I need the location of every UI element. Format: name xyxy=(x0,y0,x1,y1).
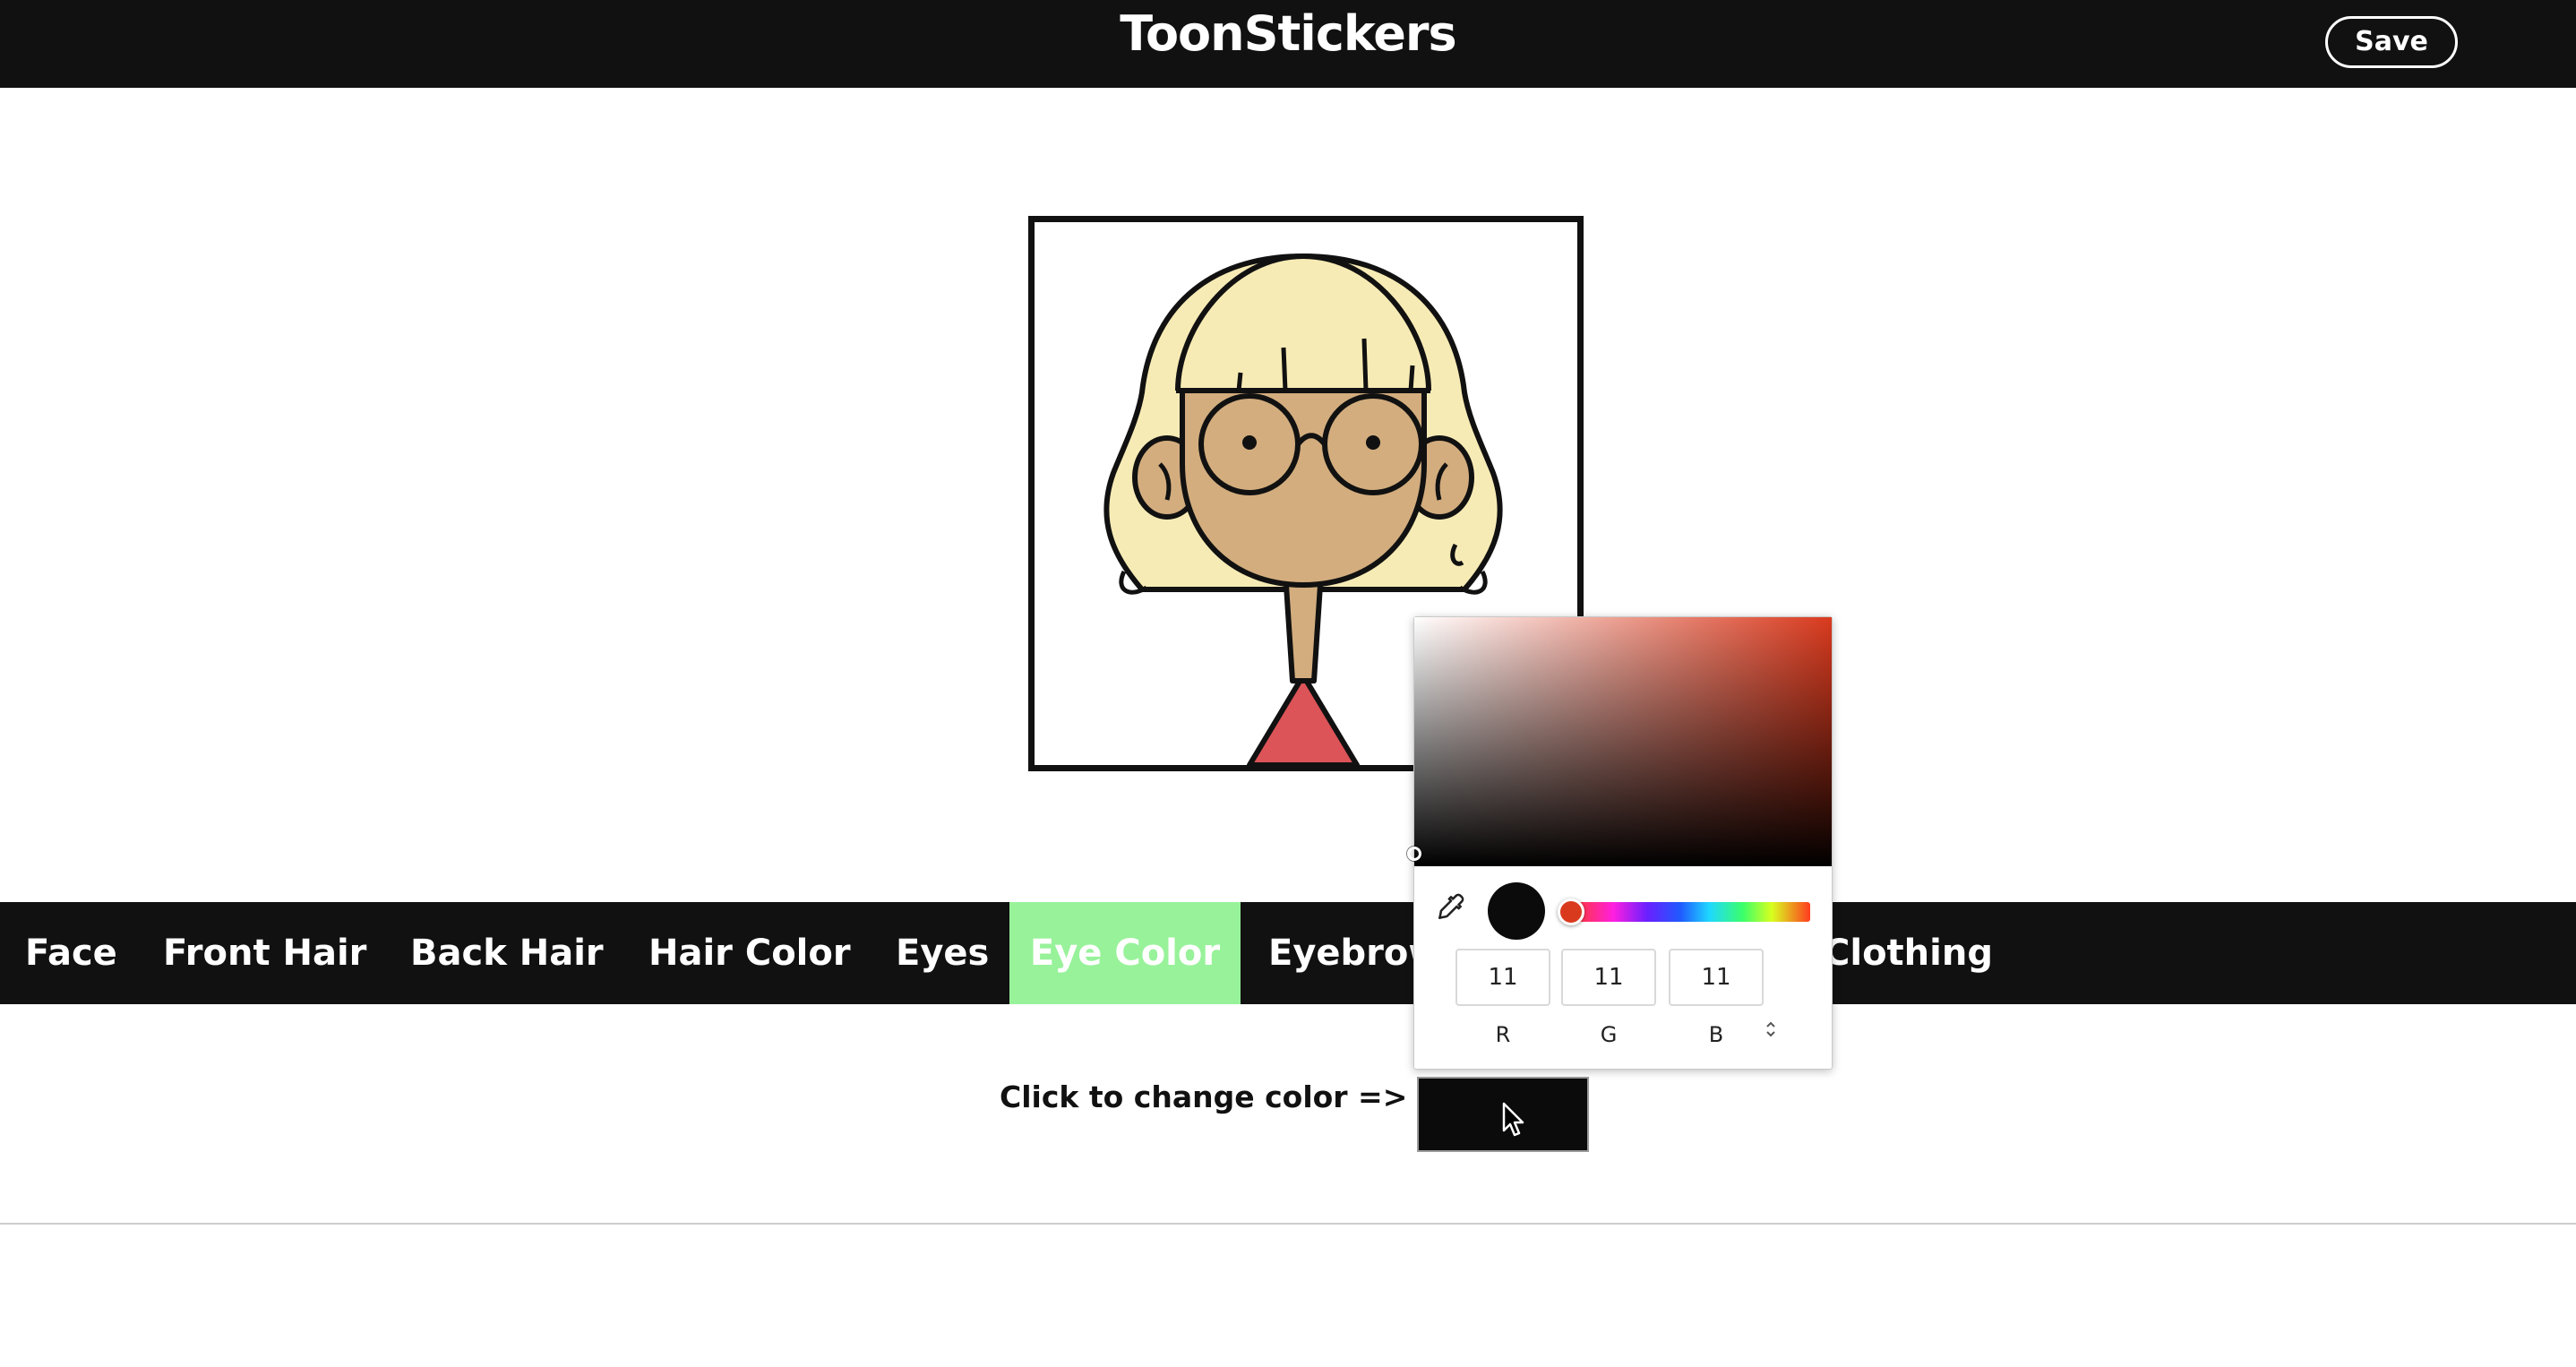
red-input[interactable] xyxy=(1455,949,1550,1006)
tab-clothing[interactable]: Clothing xyxy=(1824,902,1993,1004)
chevron-updown-icon[interactable] xyxy=(1760,1019,1782,1045)
save-button[interactable]: Save xyxy=(2325,16,2458,68)
tab-eye-color[interactable]: Eye Color xyxy=(1009,902,1241,1004)
blue-input[interactable] xyxy=(1669,949,1764,1006)
hue-slider-handle[interactable] xyxy=(1558,898,1584,925)
hue-slider[interactable] xyxy=(1570,902,1810,922)
red-label: R xyxy=(1495,1022,1511,1047)
category-tabbar: Face Front Hair Back Hair Hair Color Eye… xyxy=(0,902,2576,1004)
divider xyxy=(0,1223,2576,1225)
tab-hair-color[interactable]: Hair Color xyxy=(648,902,851,1004)
color-preview-dot xyxy=(1488,882,1545,940)
blue-label: B xyxy=(1708,1022,1724,1047)
top-bar: ToonStickers Save xyxy=(0,0,2576,88)
app-logo: ToonStickers xyxy=(1120,5,1456,62)
eyedropper-icon[interactable] xyxy=(1436,891,1466,925)
cursor-pointer-icon xyxy=(1502,1102,1525,1141)
green-input[interactable] xyxy=(1561,949,1656,1006)
color-picker-popover: R G B xyxy=(1407,616,1833,1070)
tab-front-hair[interactable]: Front Hair xyxy=(163,902,366,1004)
saturation-handle[interactable] xyxy=(1407,847,1421,861)
green-label: G xyxy=(1600,1022,1618,1047)
tab-face[interactable]: Face xyxy=(0,902,131,1004)
tab-eyes[interactable]: Eyes xyxy=(896,902,989,1004)
color-prompt: Click to change color => xyxy=(1000,1079,1408,1114)
tab-back-hair[interactable]: Back Hair xyxy=(410,902,604,1004)
saturation-value-area[interactable] xyxy=(1407,617,1832,866)
